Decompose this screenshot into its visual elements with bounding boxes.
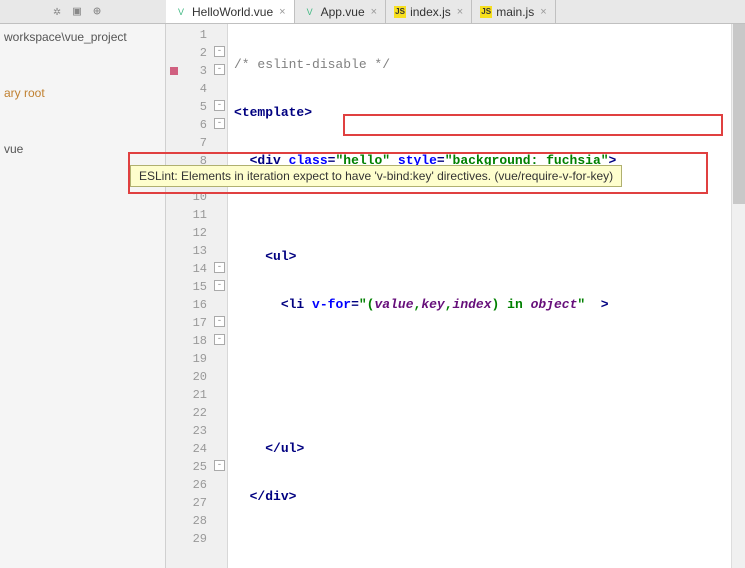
target-icon[interactable]: ⊕: [90, 5, 104, 19]
line-number: 10: [166, 188, 227, 206]
code-area[interactable]: /* eslint-disable */ <template> <div cla…: [228, 24, 745, 568]
breakpoint-marker[interactable]: [170, 67, 178, 75]
main-area: workspace\vue_project ary root vue 12-3-…: [0, 24, 745, 568]
vue-file-icon: V: [174, 5, 188, 19]
line-number: 26: [166, 476, 227, 494]
comment: /* eslint-disable */: [234, 57, 390, 72]
project-sidebar[interactable]: workspace\vue_project ary root vue: [0, 24, 166, 568]
collapse-icon[interactable]: ▣: [70, 5, 84, 19]
line-number: 16: [166, 296, 227, 314]
fold-toggle-icon[interactable]: -: [214, 316, 225, 327]
line-number: 22: [166, 404, 227, 422]
library-root-label[interactable]: ary root: [0, 84, 165, 102]
fold-toggle-icon[interactable]: -: [214, 100, 225, 111]
fold-toggle-icon[interactable]: -: [214, 460, 225, 471]
line-number: 6-: [166, 116, 227, 134]
line-number: 13: [166, 242, 227, 260]
line-number: 29: [166, 530, 227, 548]
fold-toggle-icon[interactable]: -: [214, 118, 225, 129]
fold-toggle-icon[interactable]: -: [214, 280, 225, 291]
line-number: 15-: [166, 278, 227, 296]
vue-file-icon: V: [303, 5, 317, 19]
line-number: 17-: [166, 314, 227, 332]
tabs-bar: ✲ ▣ ⊕ V HelloWorld.vue × V App.vue × JS index.j…: [0, 0, 745, 24]
line-number: 3-: [166, 62, 227, 80]
line-number: 23: [166, 422, 227, 440]
close-icon[interactable]: ×: [279, 6, 285, 18]
js-file-icon: JS: [480, 6, 492, 18]
editor-tab[interactable]: JS main.js ×: [472, 0, 555, 23]
fold-toggle-icon[interactable]: -: [214, 334, 225, 345]
line-number: 14-: [166, 260, 227, 278]
line-number: 5-: [166, 98, 227, 116]
fold-toggle-icon[interactable]: -: [214, 46, 225, 57]
eslint-tooltip: ESLint: Elements in iteration expect to …: [130, 165, 622, 187]
code-editor[interactable]: 12-3-45-6-7891011121314-15-1617-18-19202…: [166, 24, 745, 568]
line-number: 20: [166, 368, 227, 386]
line-number: 21: [166, 386, 227, 404]
fold-toggle-icon[interactable]: -: [214, 64, 225, 75]
close-icon[interactable]: ×: [371, 6, 377, 18]
line-number: 4: [166, 80, 227, 98]
tab-label: App.vue: [321, 5, 365, 19]
line-number: 12: [166, 224, 227, 242]
editor-tab[interactable]: JS index.js ×: [386, 0, 472, 23]
tab-label: index.js: [410, 5, 451, 19]
project-path[interactable]: workspace\vue_project: [0, 28, 165, 46]
settings-gear-icon[interactable]: ✲: [50, 5, 64, 19]
close-icon[interactable]: ×: [457, 6, 463, 18]
line-number: 18-: [166, 332, 227, 350]
toolbar-left: ✲ ▣ ⊕: [0, 0, 166, 23]
editor-tab[interactable]: V App.vue ×: [295, 0, 386, 23]
line-number: 28: [166, 512, 227, 530]
line-number: 7: [166, 134, 227, 152]
fold-toggle-icon[interactable]: -: [214, 262, 225, 273]
scrollbar-thumb[interactable]: [733, 24, 745, 204]
file-label[interactable]: vue: [0, 140, 165, 158]
tab-label: HelloWorld.vue: [192, 5, 273, 19]
js-file-icon: JS: [394, 6, 406, 18]
line-number: 27: [166, 494, 227, 512]
line-number: 2-: [166, 44, 227, 62]
tab-label: main.js: [496, 5, 534, 19]
line-number: 25-: [166, 458, 227, 476]
line-number: 19: [166, 350, 227, 368]
line-number: 11: [166, 206, 227, 224]
editor-tab[interactable]: V HelloWorld.vue ×: [166, 0, 295, 23]
line-number: 1: [166, 26, 227, 44]
line-gutter: 12-3-45-6-7891011121314-15-1617-18-19202…: [166, 24, 228, 568]
line-number: 24: [166, 440, 227, 458]
vertical-scrollbar[interactable]: [731, 24, 745, 568]
close-icon[interactable]: ×: [540, 6, 546, 18]
